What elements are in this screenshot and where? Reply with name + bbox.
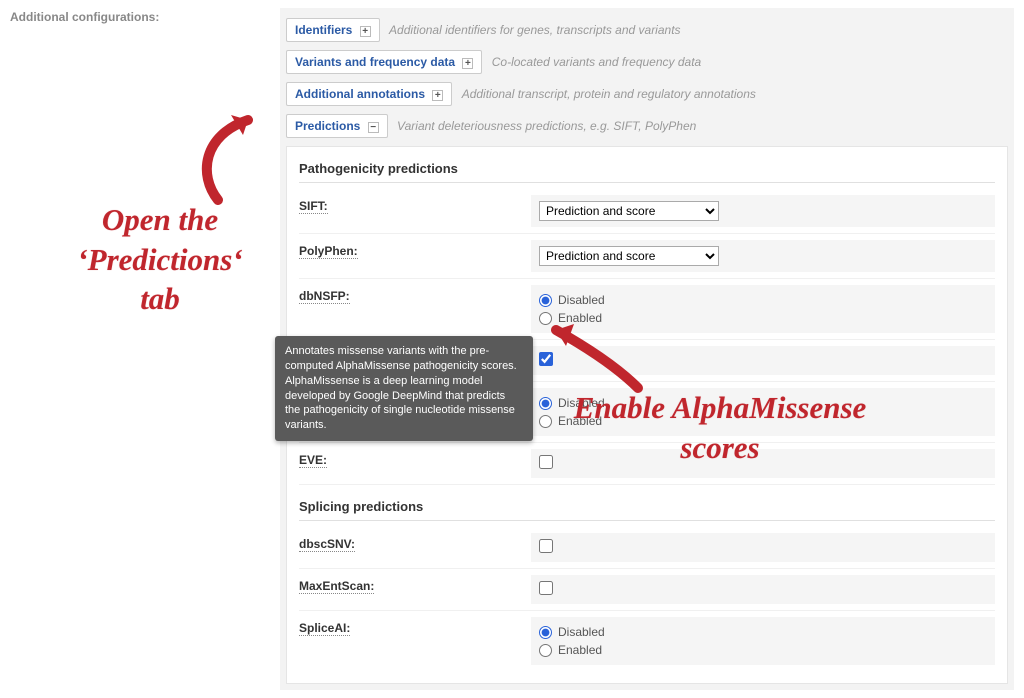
tab-additional-label: Additional annotations <box>295 87 425 101</box>
tab-identifiers-desc: Additional identifiers for genes, transc… <box>389 23 681 37</box>
expand-icon: + <box>360 26 371 37</box>
tab-variants-desc: Co-located variants and frequency data <box>492 55 701 69</box>
sift-label: SIFT: <box>299 195 531 213</box>
maxentscan-checkbox[interactable] <box>539 581 553 595</box>
tab-identifiers-label: Identifiers <box>295 23 352 37</box>
maxentscan-label: MaxEntScan: <box>299 575 531 593</box>
tab-variants-label: Variants and frequency data <box>295 55 455 69</box>
section-splicing: Splicing predictions <box>299 495 995 521</box>
annotation-open-tab: Open the‘Predictions‘ tab <box>55 200 265 319</box>
expand-icon: + <box>462 58 473 69</box>
additional-config-label: Additional configurations: <box>10 8 280 24</box>
annotation-enable-scores: Enable AlphaMissensescores <box>540 388 900 467</box>
dbnsfp-label: dbNSFP: <box>299 285 531 303</box>
spliceai-radio-disabled[interactable] <box>539 626 552 639</box>
arrow-enable-scores-icon <box>538 318 648 398</box>
dbnsfp-disabled-label: Disabled <box>558 293 605 307</box>
collapse-icon: − <box>368 122 379 133</box>
arrow-open-tab-icon <box>188 105 278 205</box>
tab-predictions-desc: Variant deleteriousness predictions, e.g… <box>397 119 696 133</box>
dbscsnv-label: dbscSNV: <box>299 533 531 551</box>
alphamissense-tooltip: Annotates missense variants with the pre… <box>275 336 533 441</box>
tab-predictions[interactable]: Predictions − <box>286 114 388 138</box>
tab-predictions-label: Predictions <box>295 119 360 133</box>
sift-select[interactable]: Prediction and score <box>539 201 719 221</box>
tab-identifiers[interactable]: Identifiers + <box>286 18 380 42</box>
spliceai-radio-enabled[interactable] <box>539 644 552 657</box>
spliceai-enabled-label: Enabled <box>558 643 602 657</box>
spliceai-label: SpliceAI: <box>299 617 531 635</box>
tab-additional-annotations[interactable]: Additional annotations + <box>286 82 452 106</box>
spliceai-disabled-label: Disabled <box>558 625 605 639</box>
section-pathogenicity: Pathogenicity predictions <box>299 157 995 183</box>
dbscsnv-checkbox[interactable] <box>539 539 553 553</box>
tab-variants[interactable]: Variants and frequency data + <box>286 50 482 74</box>
expand-icon: + <box>432 90 443 101</box>
polyphen-label: PolyPhen: <box>299 240 531 258</box>
eve-label: EVE: <box>299 449 531 467</box>
dbnsfp-radio-disabled[interactable] <box>539 294 552 307</box>
polyphen-select[interactable]: Prediction and score <box>539 246 719 266</box>
tab-additional-desc: Additional transcript, protein and regul… <box>462 87 756 101</box>
